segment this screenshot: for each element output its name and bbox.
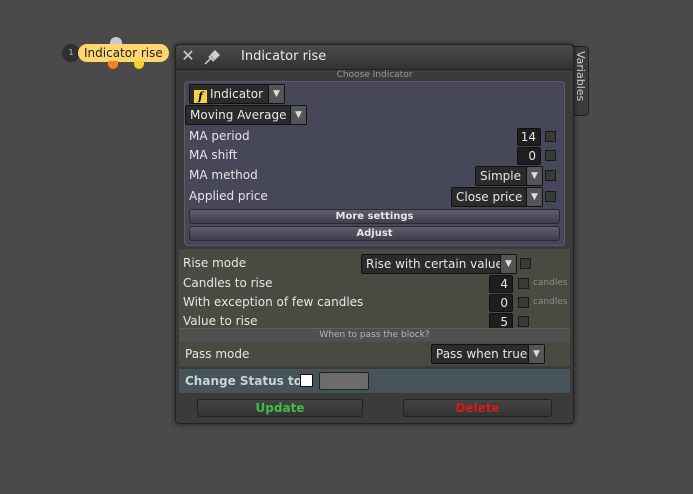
when-to-pass-header: When to pass the block?	[179, 328, 570, 342]
ma-shift-input[interactable]: 0	[517, 147, 541, 165]
chevron-down-icon: ▼	[526, 167, 542, 185]
chevron-down-icon: ▼	[290, 106, 306, 124]
candles-unit-label: candles	[533, 297, 568, 307]
status-color-swatch[interactable]	[319, 372, 369, 390]
change-status-checkbox[interactable]	[300, 374, 313, 387]
applied-price-dropdown[interactable]: Close price ▼	[451, 187, 543, 207]
variables-tab[interactable]: Variables	[572, 46, 589, 116]
ma-period-checkbox[interactable]	[545, 131, 556, 142]
rise-settings-area: Rise mode Rise with certain value ▼ Cand…	[179, 249, 570, 331]
pass-mode-label: Pass mode	[185, 347, 250, 361]
indicator-type-value: Moving Average	[190, 108, 287, 122]
indicator-category-dropdown[interactable]: f Indicator ▼	[189, 84, 285, 104]
choose-indicator-header: Choose Indicator	[336, 70, 413, 80]
chevron-down-icon: ▼	[500, 255, 516, 273]
pass-mode-dropdown[interactable]: Pass when true ▼	[431, 344, 545, 364]
candles-to-rise-label: Candles to rise	[183, 276, 273, 290]
ma-period-input[interactable]: 14	[517, 128, 541, 146]
ma-method-checkbox[interactable]	[545, 170, 556, 181]
chevron-down-icon: ▼	[268, 85, 284, 103]
pass-mode-value: Pass when true	[436, 347, 528, 361]
ma-method-value: Simple	[480, 169, 521, 183]
applied-price-checkbox[interactable]	[545, 191, 556, 202]
indicator-settings-box: f Indicator ▼ Moving Average ▼ MA period …	[184, 81, 565, 246]
value-to-rise-label: Value to rise	[183, 314, 258, 328]
exception-label: With exception of few candles	[183, 295, 364, 309]
rise-mode-value: Rise with certain value	[366, 257, 503, 271]
dialog-titlebar[interactable]: ✕ Indicator rise	[176, 45, 573, 70]
node-label: Indicator rise	[78, 44, 169, 62]
exception-checkbox[interactable]	[518, 297, 529, 308]
pin-icon[interactable]	[202, 48, 222, 66]
node-output-connector-false[interactable]	[108, 61, 118, 69]
candles-to-rise-input[interactable]: 4	[489, 275, 513, 293]
ma-method-dropdown[interactable]: Simple ▼	[475, 166, 543, 186]
change-status-label: Change Status to	[185, 374, 302, 388]
applied-price-label: Applied price	[189, 189, 268, 203]
function-icon: f	[194, 90, 207, 103]
rise-mode-label: Rise mode	[183, 256, 247, 270]
indicator-node-chip[interactable]: 1 Indicator rise	[62, 37, 169, 69]
update-button[interactable]: Update	[197, 399, 363, 417]
change-status-row: Change Status to	[179, 369, 570, 393]
adjust-button[interactable]: Adjust	[189, 226, 560, 241]
chevron-down-icon: ▼	[528, 345, 544, 363]
ma-shift-checkbox[interactable]	[545, 150, 556, 161]
variables-tab-label: Variables	[574, 51, 587, 102]
ma-period-label: MA period	[189, 129, 250, 143]
rise-mode-dropdown[interactable]: Rise with certain value ▼	[361, 254, 517, 274]
node-output-connector-true[interactable]	[134, 61, 144, 69]
more-settings-button[interactable]: More settings	[189, 209, 560, 224]
ma-shift-label: MA shift	[189, 148, 238, 162]
value-to-rise-checkbox[interactable]	[518, 316, 529, 327]
exception-input[interactable]: 0	[489, 294, 513, 312]
indicator-rise-dialog: ✕ Indicator rise Choose Indicator f Indic…	[175, 44, 574, 424]
rise-mode-checkbox[interactable]	[520, 258, 531, 269]
candles-to-rise-checkbox[interactable]	[518, 278, 529, 289]
candles-unit-label: candles	[533, 278, 568, 288]
ma-method-label: MA method	[189, 168, 258, 182]
dialog-title: Indicator rise	[241, 49, 327, 64]
close-icon[interactable]: ✕	[181, 48, 195, 64]
delete-button[interactable]: Delete	[403, 399, 552, 417]
indicator-type-dropdown[interactable]: Moving Average ▼	[185, 105, 307, 125]
pass-mode-row: Pass mode Pass when true ▼	[179, 342, 570, 366]
indicator-category-value: Indicator	[210, 87, 264, 101]
applied-price-value: Close price	[456, 190, 523, 204]
chevron-down-icon: ▼	[526, 188, 542, 206]
